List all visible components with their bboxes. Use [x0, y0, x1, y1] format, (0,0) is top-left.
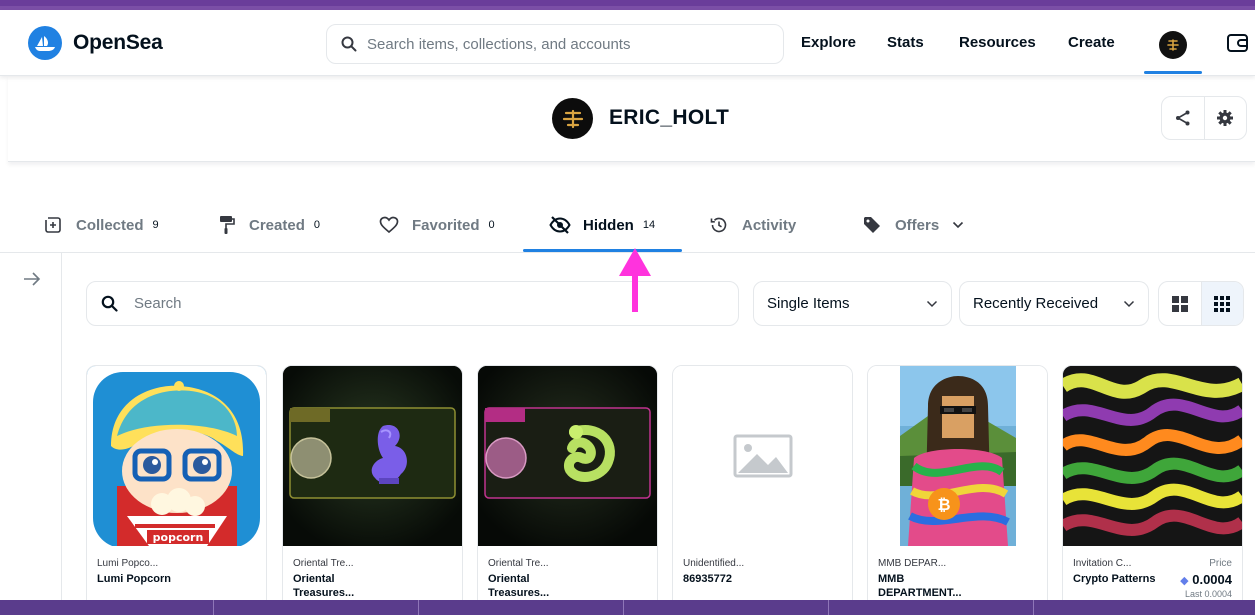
svg-text:₿: ₿ [937, 495, 950, 514]
nft-image-placeholder [673, 366, 852, 546]
tab-created-count: 0 [313, 219, 320, 231]
nft-image-crypto-patterns [1063, 366, 1242, 546]
profile-avatar-button[interactable] [1159, 31, 1187, 59]
annotation-arrow-icon [617, 248, 653, 319]
grid-size-toggle [1158, 281, 1244, 326]
tab-hidden-count: 14 [642, 219, 656, 231]
sidebar-divider [61, 253, 62, 615]
global-search-input[interactable]: Search items, collections, and accounts [326, 24, 784, 64]
eth-icon: ◆ [1180, 575, 1189, 587]
sort-select[interactable]: Recently Received [959, 281, 1149, 326]
tab-favorited-count: 0 [488, 219, 495, 231]
tab-favorited-label: Favorited [412, 216, 480, 234]
nft-card[interactable]: Unidentified... 86935772 [672, 365, 853, 615]
profile-username: ERIC_HOLT [609, 106, 730, 129]
item-type-value: Single Items [767, 295, 850, 312]
bottom-taskbar [0, 600, 1255, 615]
search-icon [101, 295, 118, 312]
top-navbar: OpenSea Search items, collections, and a… [0, 10, 1255, 76]
nft-card[interactable]: Oriental Tre... Oriental Treasures... [477, 365, 658, 615]
browser-top-stripe [0, 0, 1255, 10]
tab-collected[interactable]: Collected 9 [42, 214, 159, 236]
nft-card[interactable]: ₿ MMB DEPAR... MMB DEPARTMENT... [867, 365, 1048, 615]
gear-icon [1217, 110, 1234, 126]
profile-actions [1161, 96, 1247, 140]
settings-button[interactable] [1203, 97, 1246, 139]
nft-card[interactable]: Oriental Tre... Oriental Treasures... [282, 365, 463, 615]
profile-active-indicator [1144, 71, 1202, 74]
nft-card[interactable]: popcorn Lumi Popco... Lumi Popcorn [86, 365, 267, 615]
popcorn-box-text: popcorn [153, 531, 204, 544]
opensea-logo[interactable]: OpenSea [28, 26, 163, 60]
card-collection: Oriental Tre... [488, 558, 549, 569]
tab-created-label: Created [249, 216, 305, 234]
nft-image-mmb-department: ₿ [868, 366, 1047, 546]
nft-image-oriental-treasures-2 [478, 366, 657, 546]
tab-hidden[interactable]: Hidden 14 [549, 214, 655, 236]
collected-icon [42, 214, 64, 236]
share-icon [1175, 110, 1190, 126]
heart-icon [378, 214, 400, 236]
card-name: MMB DEPARTMENT... [878, 573, 962, 599]
card-price-value: 0.0004 [1192, 572, 1232, 587]
tab-activity-label: Activity [742, 216, 797, 234]
tab-collected-label: Collected [76, 216, 144, 234]
card-name: 86935772 [683, 573, 732, 585]
card-collection: Oriental Tre... [293, 558, 354, 569]
card-name: Oriental Treasures... [488, 573, 550, 599]
tab-offers[interactable]: Offers [861, 214, 969, 236]
card-price: ◆ 0.0004 [1180, 572, 1232, 587]
nav-stats[interactable]: Stats [887, 34, 924, 51]
items-search-placeholder: Search [134, 295, 182, 312]
card-collection: Invitation C... [1073, 558, 1132, 569]
chevron-down-icon [926, 300, 938, 307]
small-grid-icon [1214, 295, 1231, 312]
profile-tabs: Collected 9 Created 0 Favorited 0 Hidden… [0, 200, 1255, 253]
share-button[interactable] [1162, 97, 1204, 139]
paint-roller-icon [215, 214, 237, 236]
expand-filters-arrow-icon[interactable] [23, 271, 41, 292]
card-collection: MMB DEPAR... [878, 558, 947, 569]
chevron-down-icon [947, 214, 969, 236]
image-placeholder-icon [733, 434, 793, 478]
large-grid-icon [1171, 295, 1188, 312]
opensea-logo-icon [28, 26, 62, 60]
tab-created[interactable]: Created 0 [215, 214, 320, 236]
nft-image-lumi-popcorn: popcorn [87, 366, 266, 546]
card-price-label: Price [1209, 558, 1232, 569]
tag-icon [861, 214, 883, 236]
brand-name: OpenSea [73, 31, 163, 54]
large-grid-button[interactable] [1159, 282, 1201, 325]
chevron-down-icon [1123, 300, 1135, 307]
tab-favorited[interactable]: Favorited 0 [378, 214, 495, 236]
sort-value: Recently Received [973, 295, 1099, 312]
global-search-placeholder: Search items, collections, and accounts [367, 35, 631, 53]
item-type-select[interactable]: Single Items [753, 281, 952, 326]
wallet-icon[interactable] [1226, 31, 1250, 55]
card-collection: Lumi Popco... [97, 558, 159, 569]
nft-image-oriental-treasures-1 [283, 366, 462, 546]
card-collection: Unidentified... [683, 558, 745, 569]
nft-card[interactable]: Invitation C... Crypto Patterns Price ◆ … [1062, 365, 1243, 615]
search-icon [341, 36, 357, 52]
card-name: Crypto Patterns [1073, 573, 1156, 585]
small-grid-button[interactable] [1200, 282, 1243, 325]
tab-collected-count: 9 [152, 219, 159, 231]
tab-activity[interactable]: Activity [708, 214, 796, 236]
tab-hidden-label: Hidden [583, 216, 634, 234]
nav-create[interactable]: Create [1068, 34, 1115, 51]
card-name: Oriental Treasures... [293, 573, 355, 599]
nav-resources[interactable]: Resources [959, 34, 1036, 51]
history-icon [708, 214, 730, 236]
tab-offers-label: Offers [895, 216, 940, 234]
profile-avatar [552, 98, 593, 139]
card-name: Lumi Popcorn [97, 573, 171, 585]
active-tab-indicator [523, 249, 682, 252]
card-last-price: Last 0.0004 [1184, 589, 1232, 599]
profile-header: ERIC_HOLT [8, 76, 1255, 162]
eye-off-icon [549, 214, 571, 236]
nav-explore[interactable]: Explore [801, 34, 856, 51]
